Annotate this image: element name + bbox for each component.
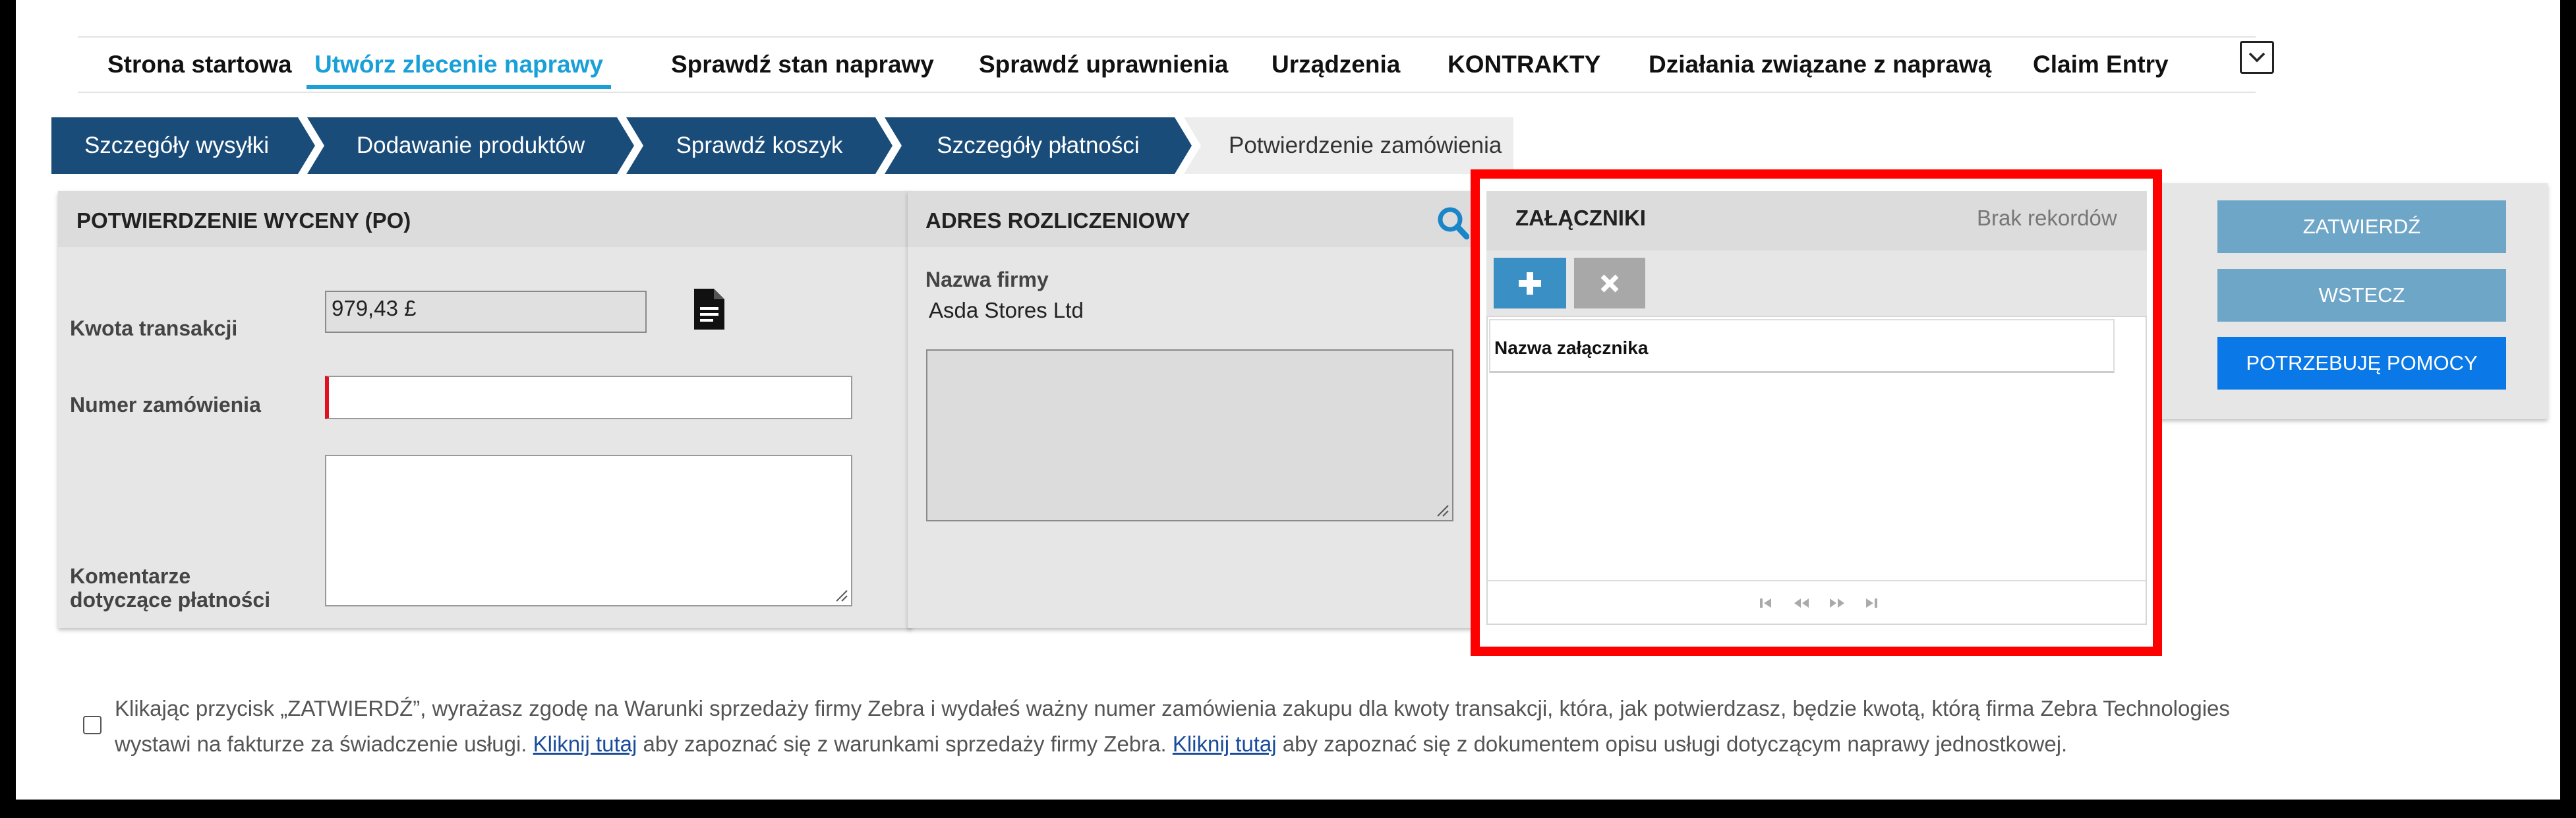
chevron-down-icon [2248, 52, 2266, 63]
resize-handle-icon[interactable] [834, 588, 848, 602]
step-label: Sprawdź koszyk [676, 132, 843, 158]
step-label: Szczegóły wysyłki [84, 132, 270, 158]
terms-agreement-text: Klikając przycisk „ZATWIERDŹ”, wyrażasz … [115, 691, 2290, 762]
step-label: Szczegóły płatności [937, 132, 1140, 158]
terms-of-sale-link[interactable]: Kliknij tutaj [533, 732, 637, 756]
payment-comments-textarea[interactable] [325, 455, 852, 606]
step-label: Dodawanie produktów [356, 132, 585, 158]
terms-checkbox[interactable] [83, 716, 102, 734]
step-shipping-details[interactable]: Szczegóły wysyłki [51, 117, 315, 174]
add-attachment-button[interactable] [1494, 258, 1566, 308]
approve-button[interactable]: ZATWIERDŹ [2217, 200, 2506, 253]
amount-label: Kwota transakcji [70, 316, 238, 340]
attachments-title: ZAŁĄCZNIKI [1515, 206, 1646, 230]
service-description-link[interactable]: Kliknij tutaj [1173, 732, 1277, 756]
billing-address-textarea[interactable] [926, 349, 1453, 521]
grid-pager [1488, 580, 2146, 624]
screenshot-frame: Strona startowa Utwórz zlecenie naprawy … [0, 0, 2576, 818]
nav-tab-check-entitlements[interactable]: Sprawdź uprawnienia [979, 49, 1228, 92]
step-order-confirmation: Potwierdzenie zamówienia [1184, 117, 1513, 174]
prev-page-icon[interactable] [1792, 596, 1811, 610]
panel-title: POTWIERDZENIE WYCENY (PO) [76, 208, 411, 233]
step-add-products[interactable]: Dodawanie produktów [307, 117, 634, 174]
nav-tab-claim-entry[interactable]: Claim Entry [2033, 49, 2169, 92]
comments-label-line1: Komentarze [70, 564, 191, 588]
remove-attachment-button[interactable] [1574, 258, 1645, 308]
document-icon[interactable] [693, 289, 724, 333]
po-confirmation-panel: POTWIERDZENIE WYCENY (PO) Kwota transakc… [58, 191, 912, 628]
resize-handle-icon[interactable] [1435, 503, 1449, 517]
column-header-label: Nazwa załącznika [1494, 337, 1649, 358]
panel-title: ADRES ROZLICZENIOWY [925, 208, 1190, 233]
company-name-value: Asda Stores Ltd [929, 298, 1084, 322]
comments-label: Komentarze dotyczące płatności [70, 564, 270, 612]
attachments-grid: Nazwa załącznika [1486, 316, 2147, 625]
step-payment-details[interactable]: Szczegóły płatności [885, 117, 1192, 174]
amount-value: 979,43 £ [332, 296, 417, 320]
panel-header: ADRES ROZLICZENIOWY [908, 191, 1477, 247]
nav-tab-repair-actions[interactable]: Działania związane z naprawą [1649, 49, 1991, 92]
search-icon[interactable] [1436, 206, 1469, 240]
terms-text-part3: aby zapoznać się z dokumentem opisu usłu… [1276, 732, 2068, 756]
no-records-label: Brak rekordów [1977, 206, 2117, 230]
billing-address-panel: ADRES ROZLICZENIOWY Nazwa firmy Asda Sto… [908, 191, 1477, 628]
order-number-input[interactable] [325, 376, 852, 419]
next-page-icon[interactable] [1828, 596, 1846, 610]
step-check-cart[interactable]: Sprawdź koszyk [626, 117, 893, 174]
help-button[interactable]: POTRZEBUJĘ POMOCY [2217, 337, 2506, 390]
page-canvas: Strona startowa Utwórz zlecenie naprawy … [16, 0, 2560, 800]
nav-tab-create-repair-order[interactable]: Utwórz zlecenie naprawy [307, 49, 611, 89]
nav-more-button[interactable] [2240, 41, 2274, 74]
nav-tab-home[interactable]: Strona startowa [107, 49, 292, 92]
close-icon [1600, 274, 1619, 292]
first-page-icon[interactable] [1758, 596, 1774, 610]
amount-field: 979,43 £ [325, 291, 647, 333]
nav-tab-devices[interactable]: Urządzenia [1272, 49, 1400, 92]
back-button[interactable]: WSTECZ [2217, 269, 2506, 322]
last-page-icon[interactable] [1863, 596, 1879, 610]
attachment-name-column-header[interactable]: Nazwa załącznika [1489, 319, 2115, 373]
attachments-toolbar [1486, 250, 2147, 316]
attachments-panel-header: ZAŁĄCZNIKI Brak rekordów [1486, 191, 2147, 250]
terms-text-part2: aby zapoznać się z warunkami sprzedaży f… [637, 732, 1173, 756]
actions-panel: ZATWIERDŹ WSTECZ POTRZEBUJĘ POMOCY [2119, 183, 2548, 419]
top-navigation: Strona startowa Utwórz zlecenie naprawy … [78, 36, 2274, 93]
plus-icon [1519, 272, 1541, 295]
company-name-label: Nazwa firmy [925, 268, 1049, 291]
nav-tab-check-repair-status[interactable]: Sprawdź stan naprawy [671, 49, 934, 92]
nav-tab-contracts[interactable]: KONTRAKTY [1448, 49, 1600, 92]
panel-header: POTWIERDZENIE WYCENY (PO) [58, 191, 912, 247]
order-number-label: Numer zamówienia [70, 393, 261, 417]
comments-label-line2: dotyczące płatności [70, 588, 271, 612]
step-label: Potwierdzenie zamówienia [1229, 132, 1502, 158]
